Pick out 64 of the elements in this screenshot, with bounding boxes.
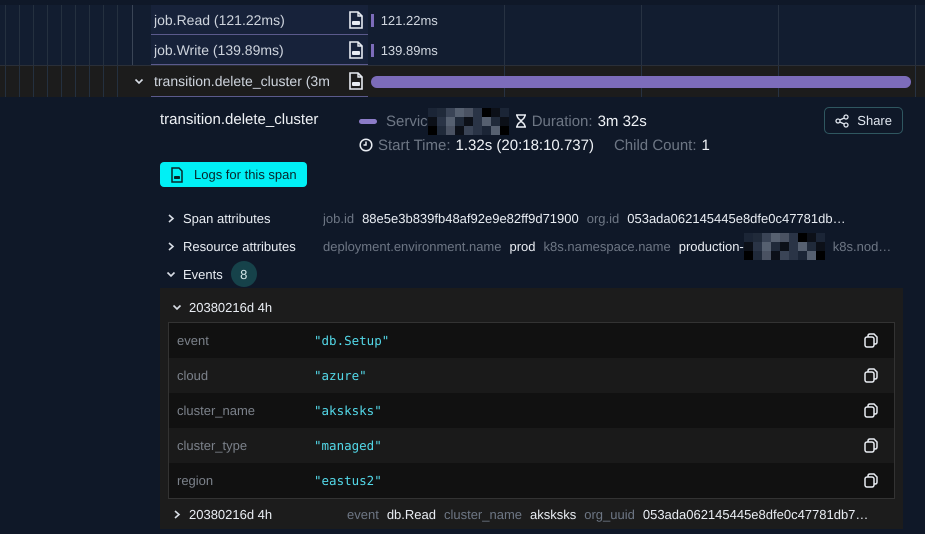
field-value: "eastus2" — [314, 473, 383, 488]
start-time-label: Start Time: — [378, 136, 451, 154]
child-count-label: Child Count: — [614, 136, 697, 154]
document-icon[interactable] — [348, 10, 364, 28]
copy-icon[interactable] — [864, 403, 878, 418]
attribute-key: job.id — [323, 210, 354, 226]
attribute-key: k8s.namespace.name — [544, 238, 671, 254]
attribute-key: event — [347, 506, 379, 522]
field-value: "db.Setup" — [314, 333, 390, 348]
document-icon[interactable] — [348, 72, 364, 90]
attribute-value: 053ada062145445e8dfe0c47781db7… — [642, 506, 868, 522]
span-row[interactable]: transition.delete_cluster (3m — [0, 65, 925, 97]
start-time-value: 1.32s (20:18:10.737) — [456, 136, 594, 154]
attribute-key: cluster_name — [444, 506, 522, 522]
copy-icon[interactable] — [864, 368, 878, 383]
chevron-down-icon[interactable] — [134, 76, 144, 87]
attribute-value: 88e5e3b839fb48af92e9e82ff9d71900 — [362, 210, 579, 226]
section-label[interactable]: Events — [183, 266, 223, 282]
field-key: event — [177, 333, 314, 348]
document-icon — [170, 166, 184, 182]
attribute-key: k8s.nod… — [832, 238, 892, 254]
attribute-value: prod — [510, 238, 536, 254]
field-key: cluster_type — [177, 438, 314, 453]
span-row[interactable]: job.Write (139.89ms) 139.89ms — [0, 35, 925, 65]
share-icon — [835, 114, 850, 128]
field-value: "aksksks" — [314, 403, 383, 418]
section-label[interactable]: Span attributes — [183, 210, 323, 226]
event-time[interactable]: 20380216d 4h — [189, 300, 347, 314]
section-label[interactable]: Resource attributes — [183, 238, 323, 254]
attribute-key: deployment.environment.name — [323, 238, 502, 254]
event-time[interactable]: 20380216d 4h — [189, 506, 347, 522]
logs-button[interactable]: Logs for this span — [160, 162, 307, 187]
chevron-right-icon[interactable] — [166, 240, 176, 252]
copy-icon[interactable] — [864, 333, 878, 348]
attribute-key: org.id — [586, 210, 620, 226]
attribute-key: org_uuid — [584, 506, 635, 522]
duration-value: 3m 32s — [598, 112, 647, 130]
duration-label: Duration: — [532, 112, 593, 130]
share-button[interactable]: Share — [824, 107, 903, 134]
span-row[interactable]: job.Read (121.22ms) 121.22ms — [0, 5, 925, 35]
chevron-right-icon[interactable] — [166, 212, 176, 224]
child-count-value: 1 — [702, 136, 710, 154]
attribute-value: aksksks — [530, 506, 576, 522]
attribute-value: 053ada062145445e8dfe0c47781db… — [627, 210, 846, 226]
chevron-right-icon[interactable] — [172, 508, 182, 520]
clock-icon — [359, 138, 373, 152]
field-key: cloud — [177, 368, 314, 383]
attribute-value: db.Read — [386, 506, 436, 522]
copy-icon[interactable] — [864, 438, 878, 453]
copy-icon[interactable] — [864, 473, 878, 488]
service-swatch — [359, 118, 377, 124]
field-value: "azure" — [314, 368, 368, 383]
field-key: region — [177, 473, 314, 488]
field-value: "managed" — [314, 438, 383, 453]
count-badge: 8 — [230, 261, 257, 287]
service-label: Servic — [386, 112, 428, 130]
field-key: cluster_name — [177, 403, 314, 418]
duration-label: 121.22ms — [380, 12, 438, 28]
hourglass-icon — [514, 114, 527, 128]
span-title: transition.delete_cluster — [160, 111, 320, 128]
span-name[interactable]: transition.delete_cluster (3m — [154, 73, 330, 89]
document-icon[interactable] — [348, 40, 364, 58]
attribute-value: production- — [678, 238, 744, 254]
duration-label: 139.89ms — [380, 42, 438, 58]
